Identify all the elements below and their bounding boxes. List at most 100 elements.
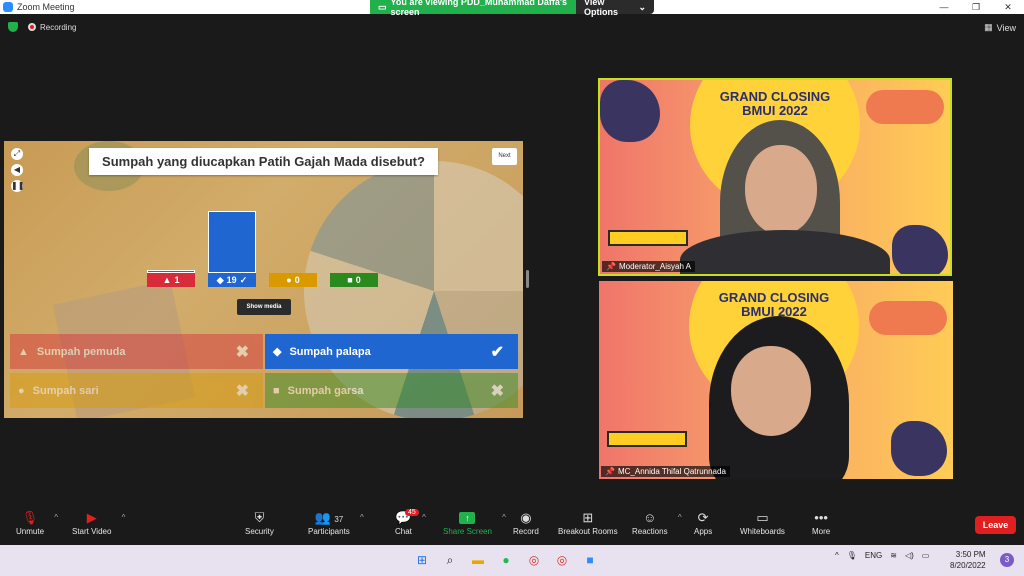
notification-badge[interactable]: 3 [1000,553,1014,567]
participants-button[interactable]: 👥 37 Participants ^ [308,509,364,536]
taskbar-clock[interactable]: 3:50 PM 8/20/2022 [950,549,986,571]
view-label: View [996,22,1016,33]
answer-label: Sumpah sari [32,384,99,397]
cloud-decoration [869,301,947,335]
video-tile-moderator[interactable]: GRAND CLOSING BMUI 2022 📌 Moderator_Aisy… [598,78,952,276]
chevron-up-icon[interactable]: ^ [360,513,364,522]
video-off-icon: ▶ [86,510,97,525]
viewing-text: You are viewing PDD_Muhammad Daffa's scr… [390,0,568,17]
apps-icon: ⟳ [697,510,709,525]
answer-option[interactable]: ■ Sumpah garsa ✖ [265,373,518,408]
banner-line-1: GRAND CLOSING [718,290,830,305]
answer-option[interactable]: ● Sumpah sari ✖ [10,373,263,408]
recording-indicator[interactable]: Recording [28,23,76,32]
correct-check-icon: ✔ [490,343,504,361]
incorrect-x-icon: ✖ [235,343,249,361]
search-icon[interactable]: ⌕ [441,551,459,569]
encryption-shield-icon[interactable] [8,22,18,32]
video-tile-mc[interactable]: GRAND CLOSING BMUI 2022 📌 MC_Annida Thif… [599,281,953,479]
close-button[interactable]: ✕ [992,0,1024,14]
reactions-button[interactable]: ☺ Reactions ^ [632,509,682,536]
split-drag-handle[interactable] [526,270,529,288]
pin-icon: 📌 [605,467,615,476]
result-count: 1 [174,275,180,285]
next-button[interactable]: Next [492,148,517,165]
record-button[interactable]: ◉ Record [513,509,539,536]
chrome-icon[interactable]: ◎ [525,551,543,569]
shared-screen[interactable]: ⤢ ◀ ❚❚ Sumpah yang diucapkan Patih Gajah… [4,141,523,418]
security-button[interactable]: ⛨ Security [245,509,274,536]
volume-icon[interactable]: ◁) [905,551,914,560]
minimize-button[interactable]: — [928,0,960,14]
answer-option[interactable]: ▲ Sumpah pemuda ✖ [10,334,263,369]
taskbar-apps: ⊞ ⌕ ▬ ● ◎ ◎ ■ [413,551,599,569]
participant-face [745,145,817,235]
answer-symbol-icon: ◆ [216,274,224,285]
more-label: More [812,527,831,536]
fullscreen-icon[interactable]: ⤢ [11,148,23,160]
chevron-up-icon[interactable]: ^ [422,513,426,522]
whiteboards-button[interactable]: ▭ Whiteboards [740,509,785,536]
zoom-taskbar-icon[interactable]: ■ [581,551,599,569]
incorrect-x-icon: ✖ [235,382,249,400]
file-explorer-icon[interactable]: ▬ [469,551,487,569]
meeting-toolbar: 🎙 Unmute ^ ▶ Start Video ^ ⛨ Security 👥 … [0,505,1024,545]
start-video-button[interactable]: ▶ Start Video ^ [72,509,125,536]
breakout-rooms-button[interactable]: ⊞ Breakout Rooms [558,509,618,536]
spotify-icon[interactable]: ● [497,551,515,569]
bus-decoration [607,431,687,447]
zoom-app-icon [3,2,13,12]
answer-symbol-icon: ▲ [18,345,29,358]
viewing-banner: ▭ You are viewing PDD_Muhammad Daffa's s… [370,0,576,17]
back-icon[interactable]: ◀ [11,164,23,176]
screen-share-icon: ▭ [378,1,387,12]
participants-label: Participants [308,527,350,536]
answer-symbol-icon: ■ [273,384,280,397]
view-button[interactable]: ▦ View [984,22,1016,33]
chevron-up-icon[interactable]: ^ [678,513,682,522]
leave-button[interactable]: Leave [975,516,1016,534]
security-label: Security [245,527,274,536]
windows-start-icon[interactable]: ⊞ [413,551,431,569]
result-bar [208,211,256,273]
answer-symbol-icon: ● [18,384,25,397]
answer-label: Sumpah garsa [287,384,364,397]
grid-view-icon: ▦ [984,22,993,32]
chevron-up-icon[interactable]: ^ [502,513,506,522]
battery-icon[interactable]: ▭ [922,551,930,560]
whiteboard-icon: ▭ [756,510,769,525]
pause-icon[interactable]: ❚❚ [11,180,24,192]
language-indicator[interactable]: ENG [865,551,882,560]
recording-label: Recording [40,22,77,32]
apps-button[interactable]: ⟳ Apps [694,509,712,536]
unmute-label: Unmute [16,527,45,536]
chevron-up-icon[interactable]: ^ [54,513,58,522]
chevron-down-icon: ⌄ [638,1,646,12]
view-options-button[interactable]: View Options ⌄ [576,0,654,17]
result-count-label: ■ 0 [330,273,378,287]
restore-button[interactable]: ❐ [960,0,992,14]
whiteboards-label: Whiteboards [740,527,785,536]
chat-button[interactable]: 💬 45 Chat ^ [395,509,426,536]
wifi-icon[interactable]: ≋ [890,551,897,560]
bus-decoration [608,230,688,246]
chevron-up-icon[interactable]: ^ [122,513,126,522]
unmute-button[interactable]: 🎙 Unmute ^ [16,509,58,536]
answer-symbol-icon: ◆ [273,346,282,358]
chevron-up-icon[interactable]: ^ [835,551,839,560]
chat-badge: 45 [405,509,419,516]
answer-option[interactable]: ◆ Sumpah palapa ✔ [265,334,518,369]
microphone-icon[interactable]: 🎙 [847,551,857,560]
reactions-label: Reactions [632,527,668,536]
show-media-button[interactable]: Show media [237,299,291,315]
chrome-profile-icon[interactable]: ◎ [553,551,571,569]
shield-icon: ⛨ [254,510,265,525]
participant-face [731,346,811,436]
share-screen-button[interactable]: ↑ Share Screen ^ [443,509,506,536]
correct-check-icon: ✓ [239,274,248,285]
quiz-tool-buttons: ⤢ ◀ ❚❚ [11,148,24,192]
more-button[interactable]: ••• More [812,509,830,536]
participant-name: MC_Annida Thifal Qatrunnada [617,467,726,476]
banner-line-2: BMUI 2022 [742,103,808,118]
windows-taskbar: ⊞ ⌕ ▬ ● ◎ ◎ ■ ^ 🎙 ENG ≋ ◁) ▭ 3:50 PM 8/2… [0,545,1024,576]
